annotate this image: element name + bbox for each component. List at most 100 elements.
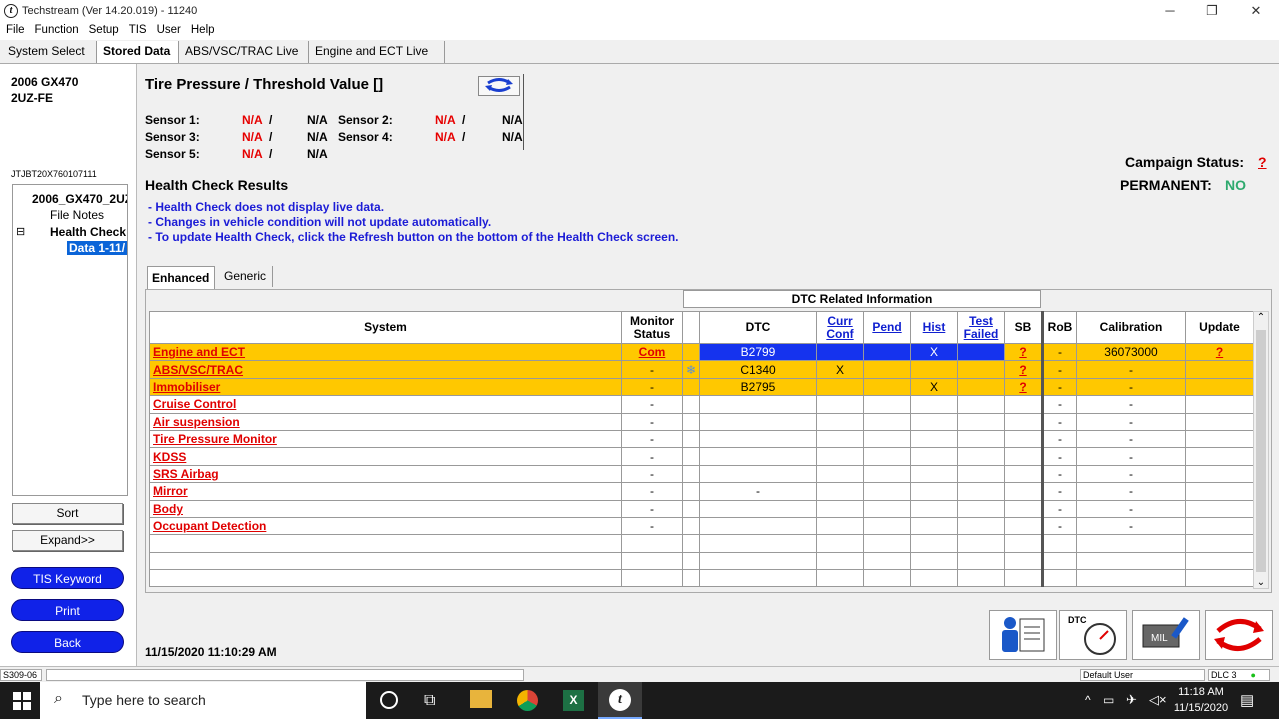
cell-system[interactable]: Mirror — [149, 482, 622, 501]
scroll-down-icon[interactable]: ⌄ — [1254, 577, 1268, 588]
expand-button[interactable]: Expand>> — [12, 530, 123, 551]
cell-system[interactable]: Occupant Detection — [149, 516, 622, 536]
table-row[interactable]: Air suspension - - - — [149, 412, 1254, 431]
cell-sb[interactable]: ? — [1004, 360, 1043, 379]
taskbar-search[interactable]: ⌕ Type here to search — [40, 682, 366, 719]
refresh-button[interactable] — [1205, 610, 1273, 660]
col-dtc[interactable]: DTC — [699, 311, 817, 344]
notification-icon[interactable]: ▤ — [1240, 691, 1254, 709]
report-button[interactable] — [989, 610, 1057, 660]
cell-system[interactable]: Engine and ECT — [149, 342, 622, 362]
tab-stored-data[interactable]: Stored Data — [97, 41, 179, 63]
cell-monitor[interactable]: Com — [621, 342, 683, 362]
table-row[interactable]: Cruise Control - - - — [149, 395, 1254, 414]
cell-system[interactable]: SRS Airbag — [149, 464, 622, 484]
menu-user[interactable]: User — [151, 22, 185, 36]
print-button[interactable]: Print — [11, 599, 124, 621]
table-row[interactable]: Body - - - — [149, 499, 1254, 518]
cell-curr-conf — [816, 516, 864, 536]
taskbar-time[interactable]: 11:18 AM — [1176, 686, 1226, 698]
taskbar-date[interactable]: 11/15/2020 — [1172, 702, 1230, 714]
table-row[interactable]: Tire Pressure Monitor - - - — [149, 429, 1254, 449]
menu-help[interactable]: Help — [185, 22, 219, 36]
sensor-4-sep: / — [462, 130, 466, 144]
col-pend[interactable]: Pend — [863, 311, 911, 344]
engine-mil-button[interactable]: MIL — [1132, 610, 1200, 660]
excel-icon[interactable]: X — [563, 690, 584, 711]
cell-curr-conf — [816, 482, 864, 501]
windows-start-icon[interactable] — [13, 692, 31, 710]
network-icon[interactable]: ✈ — [1126, 692, 1137, 708]
cell-system[interactable]: Body — [149, 499, 622, 518]
col-rob[interactable]: RoB — [1041, 311, 1077, 344]
minimize-icon[interactable]: ─ — [1150, 2, 1190, 20]
menu-tis[interactable]: TIS — [123, 22, 151, 36]
menu-setup[interactable]: Setup — [83, 22, 123, 36]
col-hist[interactable]: Hist — [910, 311, 958, 344]
cell-rob: - — [1041, 516, 1077, 536]
menu-function[interactable]: Function — [29, 22, 83, 36]
volume-icon[interactable]: ◁× — [1149, 692, 1167, 708]
tab-engine-ect-live[interactable]: Engine and ECT Live — [309, 41, 445, 63]
battery-icon[interactable]: ▭ — [1103, 693, 1114, 707]
dtc-button[interactable]: DTC — [1059, 610, 1127, 660]
file-explorer-icon[interactable] — [470, 690, 492, 708]
col-calibration[interactable]: Calibration — [1076, 311, 1186, 344]
tis-keyword-button[interactable]: TIS Keyword — [11, 567, 124, 589]
table-row[interactable]: Immobiliser - B2795 X? - - — [149, 377, 1254, 397]
cell-sb[interactable]: ? — [1004, 377, 1043, 397]
cell-system[interactable]: KDSS — [149, 447, 622, 466]
chrome-icon[interactable] — [517, 690, 538, 711]
col-test-failed[interactable]: Test Failed — [957, 311, 1005, 344]
tab-abs-vsc-trac-live[interactable]: ABS/VSC/TRAC Live — [179, 41, 309, 63]
cell-pend — [863, 516, 911, 536]
tree-data-item[interactable]: Data 1-11/ — [67, 241, 127, 255]
cortana-icon[interactable] — [380, 691, 398, 709]
tab-generic[interactable]: Generic — [218, 266, 273, 287]
sort-button[interactable]: Sort — [12, 503, 123, 524]
tire-refresh-button[interactable] — [478, 76, 520, 96]
empty-cell — [1076, 534, 1186, 553]
campaign-status-link[interactable]: ? — [1258, 154, 1267, 170]
col-monitor-status[interactable]: Monitor Status — [621, 311, 683, 344]
col-update[interactable]: Update — [1185, 311, 1254, 344]
cell-update — [1185, 447, 1254, 466]
scroll-thumb[interactable] — [1256, 330, 1266, 572]
scroll-up-icon[interactable]: ⌃ — [1254, 312, 1268, 323]
menu-file[interactable]: File — [0, 22, 29, 36]
tree-collapse-icon[interactable]: ⊟ — [16, 225, 25, 238]
col-curr-conf[interactable]: Curr Conf — [816, 311, 864, 344]
empty-cell — [816, 569, 864, 588]
cell-system[interactable]: Immobiliser — [149, 377, 622, 397]
cell-system[interactable]: Air suspension — [149, 412, 622, 431]
table-row[interactable]: KDSS - - - — [149, 447, 1254, 466]
table-row[interactable]: Mirror - - - - — [149, 482, 1254, 501]
table-row[interactable]: ABS/VSC/TRAC - ❄ C1340 X? - - — [149, 360, 1254, 379]
tree-root[interactable]: 2006_GX470_2UZ — [32, 192, 127, 206]
cell-pend — [863, 377, 911, 397]
task-view-icon[interactable]: ⧉ — [424, 692, 435, 710]
table-row[interactable]: SRS Airbag - - - — [149, 464, 1254, 484]
data-tree[interactable]: 2006_GX470_2UZ File Notes ⊟ Health Check… — [12, 184, 128, 496]
table-row[interactable]: Engine and ECT Com B2799 X? -36073000? — [149, 342, 1254, 362]
close-icon[interactable]: ✕ — [1236, 2, 1276, 20]
tab-enhanced[interactable]: Enhanced — [147, 266, 215, 289]
cell-system[interactable]: Cruise Control — [149, 395, 622, 414]
cell-system[interactable]: ABS/VSC/TRAC — [149, 360, 622, 379]
grid-scrollbar[interactable]: ⌃ ⌄ — [1253, 311, 1269, 589]
restore-icon[interactable]: ❐ — [1192, 2, 1232, 20]
tree-file-notes[interactable]: File Notes — [50, 208, 104, 222]
cell-system[interactable]: Tire Pressure Monitor — [149, 429, 622, 449]
cell-sb[interactable]: ? — [1004, 342, 1043, 362]
techstream-taskbar-button[interactable]: t — [598, 682, 642, 719]
tray-chevron-icon[interactable]: ^ — [1085, 693, 1091, 707]
sensor-2-sep: / — [462, 113, 466, 127]
tab-system-select[interactable]: System Select — [2, 41, 97, 63]
col-system[interactable]: System — [149, 311, 622, 344]
cell-test-failed — [957, 447, 1005, 466]
tree-health-check[interactable]: Health Check — [50, 225, 126, 239]
cell-update[interactable]: ? — [1185, 342, 1254, 362]
col-sb[interactable]: SB — [1004, 311, 1043, 344]
table-row[interactable]: Occupant Detection - - - — [149, 516, 1254, 536]
back-button[interactable]: Back — [11, 631, 124, 653]
